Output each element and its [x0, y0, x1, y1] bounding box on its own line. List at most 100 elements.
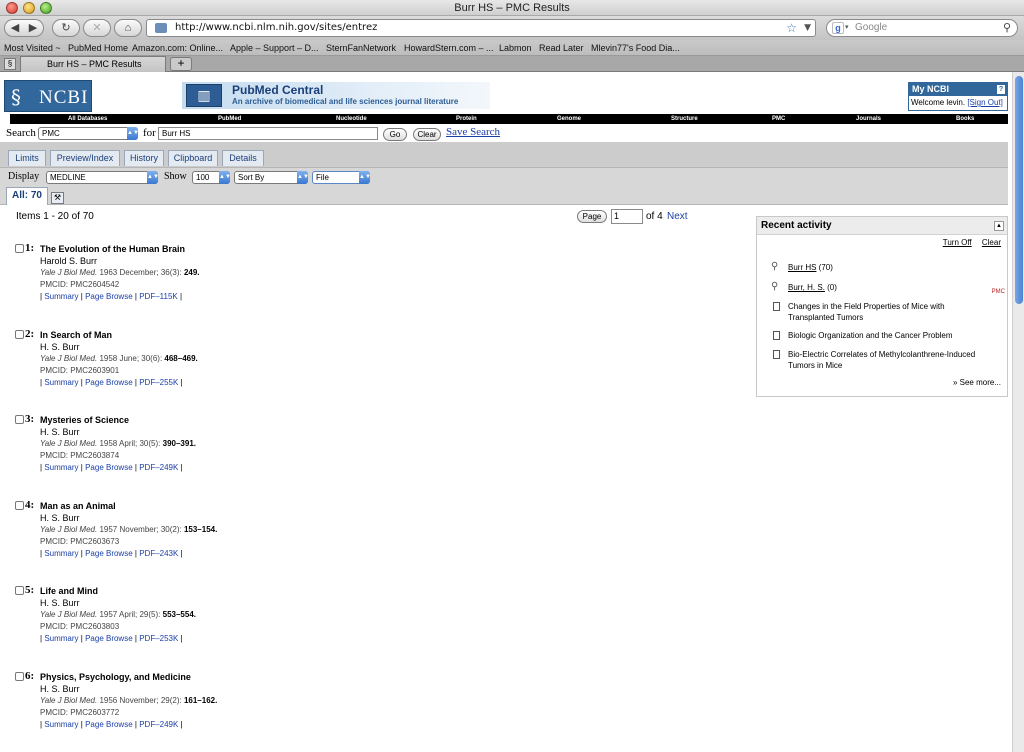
result-checkbox[interactable] [15, 586, 24, 595]
filter-tools-icon[interactable]: ⚒ [51, 192, 64, 204]
db-link-structure[interactable]: Structure [671, 114, 698, 124]
result-title[interactable]: Physics, Psychology, and Medicine [40, 672, 191, 682]
home-button[interactable]: ⌂ [114, 19, 142, 37]
result-title[interactable]: The Evolution of the Human Brain [40, 244, 185, 254]
magnifier-icon[interactable]: ⚲ [1003, 20, 1011, 36]
db-link-genome[interactable]: Genome [557, 114, 581, 124]
page-browse-link[interactable]: Page Browse [85, 549, 133, 558]
recent-item-link[interactable]: Burr, H. S. [788, 283, 825, 292]
minimize-window-button[interactable] [23, 2, 35, 14]
back-forward-buttons[interactable]: ◀ ▶ [4, 19, 44, 37]
new-tab-button[interactable]: + [170, 57, 192, 71]
forward-icon[interactable]: ▶ [24, 20, 42, 36]
bookmark-pubmed-home[interactable]: PubMed Home [68, 40, 128, 56]
db-link-protein[interactable]: Protein [456, 114, 477, 124]
result-title[interactable]: In Search of Man [40, 330, 112, 340]
pdf-link[interactable]: PDF–255K [139, 378, 178, 387]
turn-off-link[interactable]: Turn Off [943, 238, 972, 247]
bookmark-sternfannetwork[interactable]: SternFanNetwork [326, 40, 396, 56]
show-count-select[interactable]: 100 ▲▼ [192, 171, 231, 184]
search-query-input[interactable]: Burr HS [158, 127, 378, 140]
bookmark-apple-support[interactable]: Apple – Support – D... [230, 40, 319, 56]
bookmark-food-diary[interactable]: Mlevin77's Food Dia... [591, 40, 680, 56]
database-select[interactable]: PMC ▲▼ [38, 127, 139, 140]
bookmark-most-visited[interactable]: Most Visited ~ [4, 40, 61, 56]
page-scrollbar[interactable] [1012, 72, 1024, 752]
db-link-books[interactable]: Books [956, 114, 974, 124]
display-format-select[interactable]: MEDLINE ▲▼ [46, 171, 159, 184]
collapse-icon[interactable]: ▲ [994, 221, 1004, 231]
summary-link[interactable]: Summary [44, 292, 78, 301]
clear-recent-link[interactable]: Clear [982, 238, 1001, 247]
db-link-pubmed[interactable]: PubMed [218, 114, 241, 124]
scrollbar-thumb[interactable] [1015, 76, 1023, 304]
close-window-button[interactable] [6, 2, 18, 14]
back-icon[interactable]: ◀ [6, 20, 24, 36]
all-results-tab[interactable]: All: 70 [6, 187, 48, 205]
next-page-link[interactable]: Next [667, 211, 688, 222]
bookmark-star-icon[interactable]: ☆ [786, 20, 797, 36]
address-bar[interactable]: http://www.ncbi.nlm.nih.gov/sites/entrez… [146, 19, 816, 37]
go-button[interactable]: Go [383, 128, 407, 141]
pdf-link[interactable]: PDF–249K [139, 463, 178, 472]
summary-link[interactable]: Summary [44, 720, 78, 729]
bookmark-read-later[interactable]: Read Later [539, 40, 584, 56]
db-link-pmc[interactable]: PMC [772, 114, 785, 124]
see-more-link[interactable]: » See more... [953, 378, 1001, 387]
for-label: for [143, 127, 156, 139]
page-browse-link[interactable]: Page Browse [85, 720, 133, 729]
ncbi-logo[interactable]: § NCBI [4, 80, 92, 112]
send-to-select[interactable]: File ▲▼ [312, 171, 371, 184]
result-checkbox[interactable] [15, 415, 24, 424]
result-checkbox[interactable] [15, 330, 24, 339]
select-arrows-icon: ▲▼ [127, 127, 139, 140]
pdf-link[interactable]: PDF–115K [139, 292, 178, 301]
recent-item-link[interactable]: Burr HS [788, 263, 816, 272]
browser-tab-active[interactable]: Burr HS – PMC Results [20, 56, 166, 72]
page-browse-link[interactable]: Page Browse [85, 292, 133, 301]
summary-link[interactable]: Summary [44, 463, 78, 472]
pdf-link[interactable]: PDF–249K [139, 720, 178, 729]
summary-link[interactable]: Summary [44, 549, 78, 558]
zoom-window-button[interactable] [40, 2, 52, 14]
result-checkbox[interactable] [15, 501, 24, 510]
reload-button[interactable]: ↻ [52, 19, 80, 37]
pdf-link[interactable]: PDF–253K [139, 634, 178, 643]
db-link-nucleotide[interactable]: Nucleotide [336, 114, 367, 124]
tab-history[interactable]: History [124, 150, 164, 166]
stop-button[interactable]: ✕ [83, 19, 111, 37]
page-browse-link[interactable]: Page Browse [85, 378, 133, 387]
summary-link[interactable]: Summary [44, 378, 78, 387]
page-browse-link[interactable]: Page Browse [85, 463, 133, 472]
tab-details[interactable]: Details [222, 150, 264, 166]
tab-clipboard[interactable]: Clipboard [168, 150, 218, 166]
result-title[interactable]: Mysteries of Science [40, 415, 129, 425]
pmc-banner[interactable]: ▥ PubMed Central An archive of biomedica… [182, 82, 490, 109]
tab-preview-index[interactable]: Preview/Index [50, 150, 120, 166]
bookmark-howardstern[interactable]: HowardStern.com – ... [404, 40, 494, 56]
clear-button[interactable]: Clear [413, 128, 441, 141]
page-browse-link[interactable]: Page Browse [85, 634, 133, 643]
summary-link[interactable]: Summary [44, 634, 78, 643]
tab-limits[interactable]: Limits [8, 150, 46, 166]
db-link-journals[interactable]: Journals [856, 114, 881, 124]
result-checkbox[interactable] [15, 672, 24, 681]
pdf-link[interactable]: PDF–243K [139, 549, 178, 558]
db-link-all-databases[interactable]: All Databases [68, 114, 107, 124]
result-title[interactable]: Life and Mind [40, 586, 98, 596]
google-icon[interactable]: g [832, 22, 844, 34]
dna-helix-icon: § [11, 85, 21, 109]
bookmark-amazon[interactable]: Amazon.com: Online... [132, 40, 223, 56]
url-dropdown-icon[interactable]: ▼ [804, 20, 811, 36]
page-button[interactable]: Page [577, 210, 607, 223]
result-title[interactable]: Man as an Animal [40, 501, 116, 511]
search-engine-dropdown-icon[interactable]: ▾ [845, 20, 849, 36]
save-search-link[interactable]: Save Search [446, 126, 500, 138]
sort-by-select[interactable]: Sort By ▲▼ [234, 171, 309, 184]
result-checkbox[interactable] [15, 244, 24, 253]
page-number-input[interactable]: 1 [611, 209, 643, 224]
sign-out-link[interactable]: [Sign Out] [967, 98, 1003, 107]
bookmark-labmon[interactable]: Labmon [499, 40, 532, 56]
help-icon[interactable]: ? [997, 85, 1005, 94]
web-search-box[interactable]: g ▾ Google ⚲ [826, 19, 1018, 37]
